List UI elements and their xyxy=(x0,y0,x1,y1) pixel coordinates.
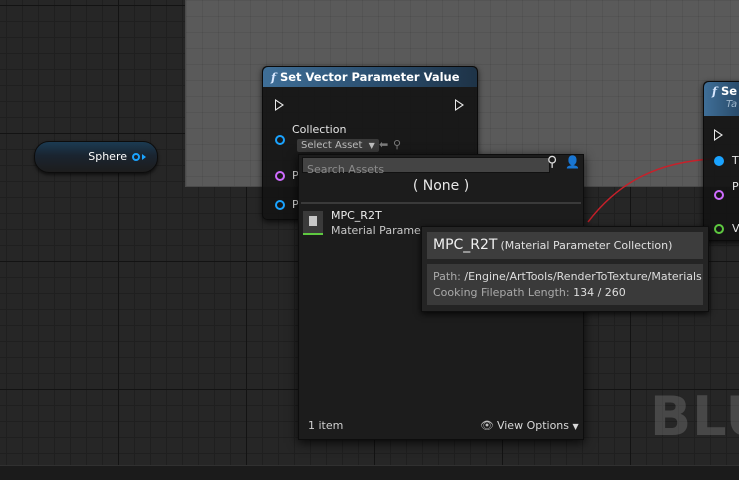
right-function-node[interactable]: f Se Ta T P V xyxy=(703,81,739,241)
right-target-pin[interactable] xyxy=(714,156,724,166)
right-param-label: P xyxy=(732,180,739,193)
divider xyxy=(301,202,581,204)
item-count: 1 item xyxy=(308,419,344,432)
right-node-header[interactable]: f Se Ta xyxy=(704,82,739,116)
right-value-label: V xyxy=(732,222,739,235)
node-title: Set Vector Parameter Value xyxy=(279,70,460,84)
asset-search-box[interactable] xyxy=(302,157,550,177)
tooltip-path: Path: /Engine/ArtTools/RenderToTexture/M… xyxy=(433,270,702,283)
function-icon: f xyxy=(271,70,276,84)
bottom-bar xyxy=(0,465,739,480)
none-option[interactable]: ( None ) xyxy=(299,175,583,197)
exec-in-pin[interactable] xyxy=(275,99,284,111)
graph-watermark: BLU xyxy=(650,385,739,448)
view-options-button[interactable]: 👁 View Options ▼ xyxy=(480,419,579,432)
right-node-subtitle: Ta xyxy=(726,99,738,110)
right-value-pin[interactable] xyxy=(714,224,724,234)
asset-name: MPC_R2T xyxy=(331,209,382,222)
use-selected-arrow-icon[interactable]: ⬅ xyxy=(379,138,388,151)
material-parameter-collection-icon xyxy=(303,211,323,235)
tooltip-header: MPC_R2T (Material Parameter Collection) xyxy=(427,232,703,259)
search-icon[interactable]: ⚲ xyxy=(547,154,557,170)
tooltip-asset-name: MPC_R2T (Material Parameter Collection) xyxy=(433,237,673,253)
browse-search-icon[interactable]: ⚲ xyxy=(393,138,401,151)
chevron-down-icon: ▼ xyxy=(572,422,579,431)
sphere-variable-node[interactable]: Sphere xyxy=(34,141,158,173)
node-header[interactable]: f Set Vector Parameter Value xyxy=(263,67,477,87)
tooltip-filepath-length: Cooking Filepath Length: 134 / 260 xyxy=(433,286,626,299)
select-asset-label: Select Asset xyxy=(301,140,363,151)
function-icon: f xyxy=(712,84,717,98)
chevron-down-icon: ▼ xyxy=(368,141,375,150)
asset-type: Material Parame xyxy=(331,224,421,237)
asset-tooltip: MPC_R2T (Material Parameter Collection) P… xyxy=(421,226,709,312)
select-asset-combo[interactable]: Select Asset ▼ xyxy=(297,139,379,152)
parameter-value-pin[interactable] xyxy=(275,200,285,210)
exec-out-pin[interactable] xyxy=(455,99,464,111)
right-param-pin[interactable] xyxy=(714,190,724,200)
right-target-label: T xyxy=(732,154,739,167)
parameter-name-pin[interactable] xyxy=(275,171,285,181)
user-filter-icon[interactable]: 👤 xyxy=(565,155,580,169)
collection-pin-label: Collection xyxy=(292,123,347,136)
sphere-output-pin[interactable] xyxy=(132,153,140,161)
right-node-title: Se xyxy=(720,84,738,98)
sphere-variable-label: Sphere xyxy=(88,150,127,163)
tooltip-asset-class: (Material Parameter Collection) xyxy=(500,239,673,252)
pin-arrow-icon xyxy=(142,154,146,160)
eye-icon: 👁 xyxy=(480,419,494,432)
collection-input-pin[interactable] xyxy=(275,135,285,145)
right-exec-in-pin[interactable] xyxy=(714,129,723,141)
view-options-label: View Options xyxy=(496,419,570,432)
tooltip-body: Path: /Engine/ArtTools/RenderToTexture/M… xyxy=(427,264,703,305)
